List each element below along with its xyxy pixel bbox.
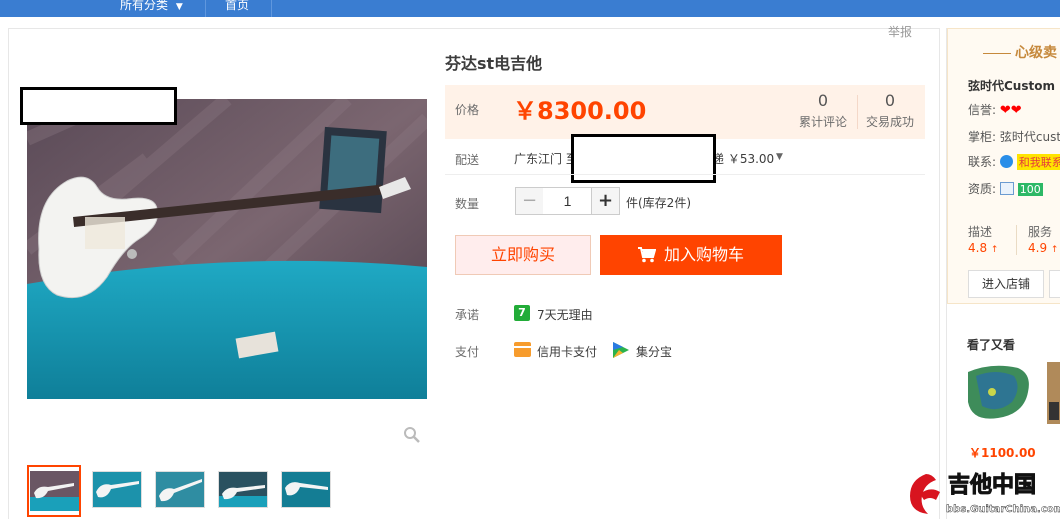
divider [445, 174, 925, 175]
deals-count: 0 [884, 91, 896, 110]
seven-day-return-icon: 7 [514, 305, 530, 321]
nav-home-label: 首页 [225, 0, 250, 12]
nav-home[interactable]: 首页 [206, 0, 272, 17]
dsr-service-label: 服务 [1028, 225, 1053, 239]
manager-label: 掌柜: [968, 130, 997, 144]
product-title: 芬达st电吉他 [445, 54, 543, 73]
heart-icon: ❤ [999, 103, 1011, 118]
main-product-image[interactable] [27, 99, 427, 399]
arrow-up-icon: ↑ [1050, 245, 1059, 255]
report-link[interactable]: 举报 [888, 23, 912, 40]
chevron-down-icon[interactable]: ▼ [776, 152, 783, 162]
heart-icon: ❤ [1010, 103, 1022, 118]
wangwang-icon [999, 155, 1013, 168]
dsr-desc-value: 4.8 ↑ [968, 241, 999, 255]
thumbnail-4[interactable] [218, 471, 268, 508]
caret-down-icon: ▼ [175, 2, 183, 12]
also-viewed-item-2[interactable] [1047, 362, 1060, 452]
qualification-row: 资质: 100 [968, 180, 1043, 197]
manager-row: 掌柜: 弦时代cust [968, 128, 1060, 145]
reputation-label: 信誉: [968, 103, 997, 117]
manager-name[interactable]: 弦时代cust [1000, 130, 1060, 144]
add-to-cart-label: 加入购物车 [663, 245, 744, 264]
promise-label: 承诺 [455, 308, 480, 322]
shop-name[interactable]: 弦时代Custom [968, 77, 1055, 94]
deals-stat[interactable]: 0 交易成功 [858, 91, 922, 130]
jifenbao-icon [613, 342, 629, 358]
quantity-input[interactable] [543, 187, 592, 215]
buy-now-button[interactable]: 立即购买 [455, 235, 591, 275]
pay-credit-card[interactable]: 信用卡支付 [537, 343, 597, 360]
divider [1016, 225, 1017, 255]
deposit-icon: 100 [1017, 183, 1043, 196]
reputation-row: 信誉: ❤❤ [968, 101, 1022, 118]
enter-shop-button[interactable]: 进入店铺 [968, 270, 1044, 298]
price-label: 价格 [455, 103, 480, 117]
price-value: ￥8300.00 [513, 97, 647, 125]
cart-icon [637, 247, 656, 263]
also-viewed-title: 看了又看 [967, 338, 1016, 352]
add-to-cart-button[interactable]: 加入购物车 [600, 235, 782, 275]
pay-jifenbao[interactable]: 集分宝 [636, 343, 672, 360]
thumbnail-3[interactable] [155, 471, 205, 508]
watermark-url: bbs.GuitarChina.com [946, 504, 1060, 515]
deals-label: 交易成功 [865, 115, 914, 129]
id-card-icon [999, 182, 1014, 195]
guitarchina-watermark: 吉他中国 bbs.GuitarChina.com [910, 472, 1060, 515]
price-box: 价格 ￥8300.00 0 累计评论 0 交易成功 [445, 85, 925, 139]
qualification-value: 100 [1019, 183, 1041, 196]
zoom-icon[interactable] [403, 426, 421, 444]
payment-label: 支付 [455, 345, 480, 359]
reviews-stat[interactable]: 0 累计评论 [791, 91, 855, 130]
seller-level: 心级卖 [983, 42, 1057, 62]
thumbnail-2[interactable] [92, 471, 142, 508]
contact-row: 联系: 和我联系 [968, 153, 1060, 170]
stock-info: 件(库存2件) [626, 196, 691, 210]
nav-all-categories-label: 所有分类 [120, 0, 169, 12]
promise-text[interactable]: 7天无理由 [537, 306, 593, 323]
contact-me-button[interactable]: 和我联系 [1016, 154, 1060, 170]
quantity-increase-button[interactable]: + [591, 187, 620, 215]
quantity-decrease-button[interactable]: − [515, 187, 544, 215]
nav-all-categories[interactable]: 所有分类 ▼ [100, 0, 206, 17]
seller-info-card: 心级卖 弦时代Custom 信誉: ❤❤ 掌柜: 弦时代cust 联系: 和我联… [947, 28, 1060, 304]
shipping-fee[interactable]: 递 ￥53.00 [712, 150, 774, 167]
dsr-desc-label: 描述 [968, 225, 993, 239]
reviews-count: 0 [817, 91, 829, 110]
also-viewed-item-1[interactable] [962, 362, 1042, 452]
favorite-shop-button[interactable] [1049, 270, 1060, 298]
quantity-label: 数量 [455, 197, 480, 211]
seller-sidebar: 心级卖 弦时代Custom 信誉: ❤❤ 掌柜: 弦时代cust 联系: 和我联… [946, 28, 1060, 519]
redaction-box-image [20, 87, 177, 125]
thumbnail-5[interactable] [281, 471, 331, 508]
arrow-up-icon: ↑ [990, 245, 999, 255]
also-viewed-price: ￥1100.00 [969, 446, 1036, 460]
qualification-label: 资质: [968, 182, 997, 196]
watermark-title: 吉他中国 [948, 472, 1036, 498]
shipping-origin: 广东江门 至 [514, 152, 578, 166]
shipping-label: 配送 [455, 153, 480, 167]
dsr-service-value: 4.9 ↑ [1028, 241, 1059, 255]
reviews-label: 累计评论 [798, 115, 847, 129]
contact-label: 联系: [968, 155, 997, 169]
thumbnail-1[interactable] [27, 465, 81, 517]
redaction-box-shipping [571, 134, 716, 183]
credit-card-icon [514, 342, 531, 357]
